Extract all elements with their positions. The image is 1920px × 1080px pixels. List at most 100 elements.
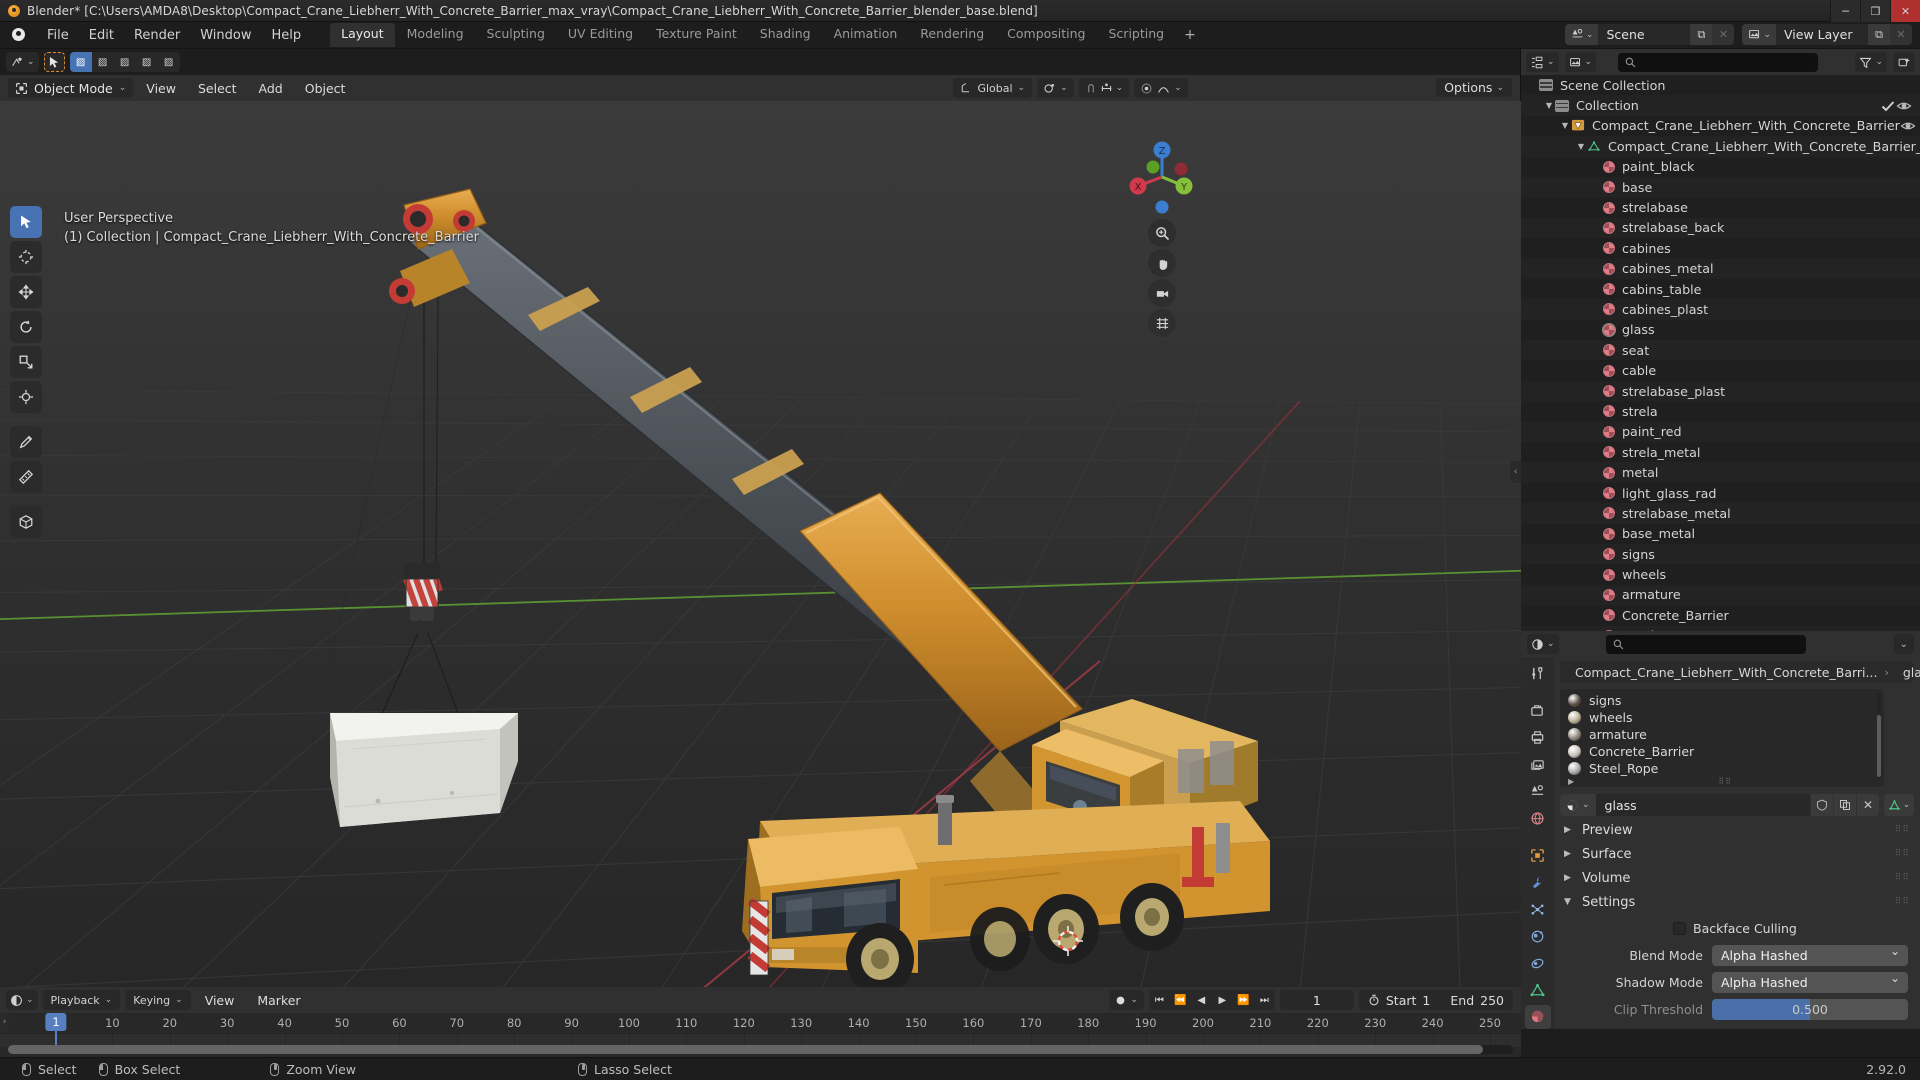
outliner-editor-type-button[interactable]: ⌄ [1526,52,1559,72]
move-tool-button[interactable] [10,276,42,308]
tab-texture-paint[interactable]: Texture Paint [645,23,748,47]
outliner-row[interactable]: ▼ Compact_Crane_Liebherr_With_Concrete_Ba… [1521,115,1920,137]
outliner-editor[interactable]: ⌄ ⌄ ⌄ Scene Collection ▼ Collection ▼ Compac… [1521,49,1920,631]
scale-tool-button[interactable] [10,346,42,378]
outliner-row[interactable]: glass [1521,319,1920,341]
outliner-row[interactable]: Scene Collection [1521,75,1920,96]
outliner-row[interactable]: strela [1521,401,1920,422]
viewport-menu-add[interactable]: Add [250,79,292,98]
tab-physics[interactable] [1525,924,1551,948]
select-extend-icon[interactable]: ▨ [92,52,114,72]
cursor-tool-button[interactable] [10,241,42,273]
outliner-row[interactable]: strela_metal [1521,442,1920,463]
viewlayer-delete-button[interactable]: ✕ [1890,24,1912,45]
select-mode-group[interactable]: ▨ ▨ ▨ ▨ ▨ [69,52,180,72]
frame-range-fields[interactable]: Start 1 End 250 [1358,990,1513,1010]
scene-delete-button[interactable]: ✕ [1712,24,1735,45]
tab-tool[interactable] [1525,662,1551,686]
auto-keying-button[interactable]: ⌄ [1109,990,1144,1010]
keying-menu[interactable]: Keying ⌄ [125,990,191,1010]
tab-scene[interactable] [1525,780,1551,804]
proportional-editing-selector[interactable]: ⌄ [1134,78,1188,98]
clip-threshold-slider[interactable]: 0.500 [1712,998,1908,1020]
panel-surface[interactable]: ▶ Surface ⠿⠿ [1560,844,1914,864]
camera-view-button[interactable] [1148,279,1176,307]
timeline-menu-marker[interactable]: Marker [248,991,309,1010]
tab-rendering[interactable]: Rendering [909,23,995,47]
material-slot-row[interactable]: signs [1560,692,1884,709]
outliner-row[interactable]: signs [1521,543,1920,565]
tab-animation[interactable]: Animation [823,23,909,47]
outliner-row[interactable]: ▼ Compact_Crane_Liebherr_With_Concrete_Ba… [1521,136,1920,157]
outliner-row[interactable]: base_metal [1521,523,1920,544]
scene-copy-button[interactable]: ⧉ [1690,24,1713,45]
backface-culling-checkbox[interactable] [1673,921,1686,935]
material-preview-type-button[interactable]: ⌄ [1884,794,1914,816]
play-reverse-button[interactable]: ◀ [1191,990,1212,1010]
tab-output[interactable] [1525,726,1551,750]
snapping-selector[interactable]: ⌄ [1078,78,1130,98]
select-invert-icon[interactable]: ▨ [136,52,158,72]
material-browse-button[interactable]: ⌄ [1560,794,1596,816]
mode-selector[interactable]: Object Mode ⌄ [8,78,134,98]
next-keyframe-button[interactable]: ⏩ [1233,990,1254,1010]
select-subtract-icon[interactable]: ▨ [114,52,136,72]
measure-tool-button[interactable] [10,461,42,493]
properties-breadcrumb[interactable]: Compact_Crane_Liebherr_With_Concrete_Bar… [1560,661,1920,683]
outliner-row[interactable]: cabines [1521,238,1920,259]
editor-type-button[interactable]: ⌄ [6,52,39,72]
viewport-canvas[interactable]: User Perspective (1) Collection | Compac… [0,101,1521,987]
tab-modifiers[interactable] [1525,870,1551,894]
timeline-editor[interactable]: ⌄ Playback ⌄ Keying ⌄ View Marker ⌄ ⏮ ⏪ [0,987,1521,1057]
pivot-point-selector[interactable]: ⌄ [1037,78,1074,98]
tab-constraints[interactable] [1525,951,1551,975]
panel-volume[interactable]: ▶ Volume ⠿⠿ [1560,868,1914,888]
add-cube-tool-button[interactable] [10,506,42,538]
outliner-row[interactable]: light_glass_rad [1521,482,1920,504]
material-slot-list[interactable]: signs wheels armature Concrete_Barrier Steel… [1560,689,1884,787]
properties-options-button[interactable]: ⌄ [1893,634,1914,654]
duplicate-material-button[interactable] [1833,794,1856,816]
outliner-row[interactable]: Concrete_Barrier [1521,605,1920,626]
playback-controls[interactable]: ⏮ ⏪ ◀ ▶ ⏩ ⏭ [1148,990,1275,1010]
outliner-row[interactable]: wheels [1521,564,1920,585]
timeline-ruler[interactable]: 1102030405060708090100110120130140150160… [0,1013,1521,1033]
current-frame-field[interactable]: 1 [1279,990,1354,1010]
viewlayer-copy-button[interactable]: ⧉ [1868,24,1890,45]
tab-material[interactable] [1524,1005,1551,1029]
unlink-material-button[interactable]: ✕ [1856,794,1879,816]
transform-tool-button[interactable] [10,381,42,413]
outliner-row[interactable]: metal [1521,462,1920,483]
material-list-grip[interactable]: ⠿⠿ [1718,777,1732,786]
viewport-sidebar-handle[interactable]: ‹ [1510,461,1521,483]
tab-compositing[interactable]: Compositing [996,23,1096,47]
properties-editor-type-button[interactable]: ⌄ [1527,634,1559,654]
disclosure-triangle[interactable]: ▼ [1559,121,1571,130]
visibility-eye-icon[interactable] [1896,98,1912,114]
fake-user-button[interactable] [1810,794,1833,816]
properties-search-input[interactable] [1606,634,1807,654]
start-frame-value[interactable]: 1 [1422,993,1430,1008]
shadow-mode-dropdown[interactable]: Alpha Hashed [1712,971,1908,993]
blend-mode-dropdown[interactable]: Alpha Hashed [1712,944,1908,966]
jump-to-start-button[interactable]: ⏮ [1149,990,1170,1010]
material-list-expand-icon[interactable]: ▶ [1568,777,1574,786]
select-intersect-icon[interactable]: ▨ [158,52,180,72]
tab-shading[interactable]: Shading [749,23,822,47]
material-slot-row[interactable]: armature [1560,726,1884,743]
tab-world[interactable] [1525,807,1551,831]
viewport-options-button[interactable]: Options ⌄ [1436,78,1512,97]
outliner-row[interactable]: ▼ Collection [1521,95,1920,116]
tab-sculpting[interactable]: Sculpting [476,23,556,47]
outliner-row[interactable]: seat [1521,340,1920,361]
outliner-row[interactable]: cabins_table [1521,278,1920,300]
outliner-row[interactable]: paint_black [1521,156,1920,177]
tweak-tool-button[interactable] [10,206,42,238]
outliner-row[interactable]: base [1521,176,1920,198]
viewlayer-selector[interactable]: ⌄ View Layer ⧉ ✕ [1742,24,1912,45]
jump-to-end-button[interactable]: ⏭ [1254,990,1275,1010]
material-slot-row[interactable]: Concrete_Barrier [1560,743,1884,760]
minimize-button[interactable]: ─ [1830,0,1860,22]
material-slot-row[interactable]: Steel_Rope [1560,760,1884,777]
end-frame-value[interactable]: 250 [1480,993,1504,1008]
